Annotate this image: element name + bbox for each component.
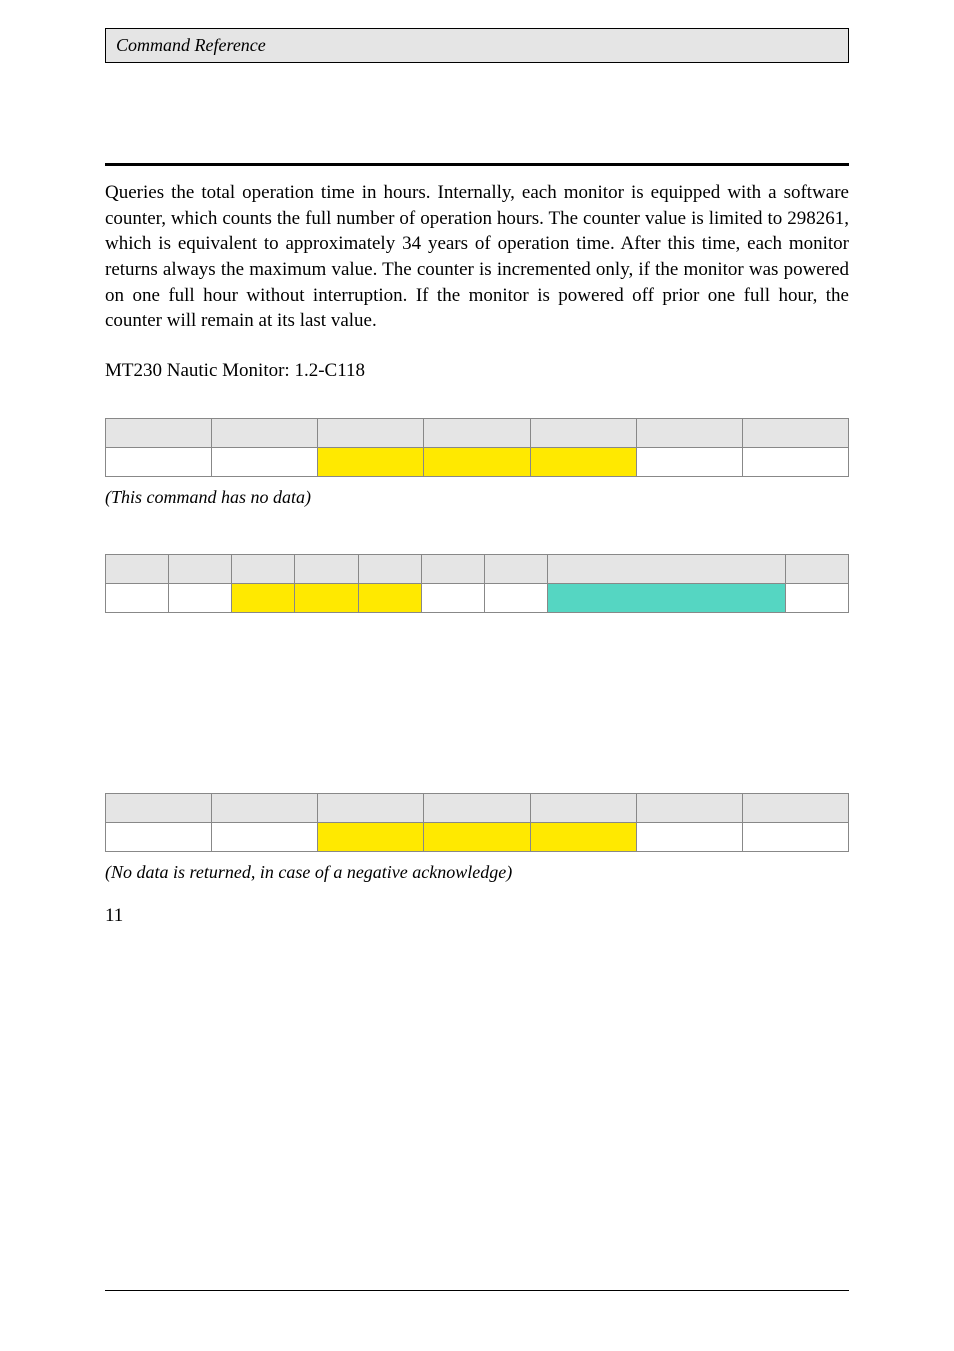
table-cell bbox=[530, 822, 636, 851]
table-header-cell bbox=[530, 418, 636, 447]
section-rule bbox=[105, 163, 849, 166]
table-cell bbox=[318, 447, 424, 476]
table-header-cell bbox=[212, 418, 318, 447]
table-cell bbox=[424, 447, 530, 476]
table-cell bbox=[106, 822, 212, 851]
table-header-row bbox=[106, 418, 849, 447]
table-header-cell bbox=[421, 554, 484, 583]
table-header-cell bbox=[424, 793, 530, 822]
header-title: Command Reference bbox=[116, 35, 266, 55]
table-cell bbox=[358, 583, 421, 612]
table-cell bbox=[169, 583, 232, 612]
table-cell bbox=[424, 822, 530, 851]
table-data-row bbox=[106, 822, 849, 851]
table-header-cell bbox=[742, 793, 848, 822]
table-cell bbox=[742, 822, 848, 851]
table-header-cell bbox=[106, 418, 212, 447]
table-header-cell bbox=[232, 554, 295, 583]
table-cell bbox=[547, 583, 785, 612]
command-table-1 bbox=[105, 418, 849, 477]
table-header-cell bbox=[484, 554, 547, 583]
command-table-3 bbox=[105, 793, 849, 852]
table-header-cell bbox=[318, 418, 424, 447]
table-header-cell bbox=[106, 554, 169, 583]
table-data-row bbox=[106, 583, 849, 612]
table-header-cell bbox=[530, 793, 636, 822]
spacer bbox=[105, 613, 849, 793]
table-cell bbox=[785, 583, 848, 612]
table-data-row bbox=[106, 447, 849, 476]
table-cell bbox=[421, 583, 484, 612]
table-cell bbox=[295, 583, 358, 612]
table-cell bbox=[636, 447, 742, 476]
table-cell bbox=[742, 447, 848, 476]
table-cell bbox=[318, 822, 424, 851]
footer-rule bbox=[105, 1290, 849, 1291]
command-table-2 bbox=[105, 554, 849, 613]
page-number: 11 bbox=[105, 905, 849, 927]
table-header-cell bbox=[742, 418, 848, 447]
table-header-row bbox=[106, 554, 849, 583]
firmware-line: MT230 Nautic Monitor: 1.2-C118 bbox=[105, 360, 849, 382]
table-header-cell bbox=[318, 793, 424, 822]
table-header-cell bbox=[106, 793, 212, 822]
page: Command Reference Queries the total oper… bbox=[0, 0, 954, 1351]
table-header-cell bbox=[358, 554, 421, 583]
section-description: Queries the total operation time in hour… bbox=[105, 180, 849, 334]
header-box: Command Reference bbox=[105, 28, 849, 63]
table-cell bbox=[484, 583, 547, 612]
table-header-cell bbox=[636, 418, 742, 447]
table-header-row bbox=[106, 793, 849, 822]
table-cell bbox=[530, 447, 636, 476]
table-header-cell bbox=[169, 554, 232, 583]
table-cell bbox=[106, 447, 212, 476]
table-header-cell bbox=[785, 554, 848, 583]
table-cell bbox=[106, 583, 169, 612]
table-header-cell bbox=[295, 554, 358, 583]
table-header-cell bbox=[636, 793, 742, 822]
table-header-cell bbox=[547, 554, 785, 583]
table-cell bbox=[232, 583, 295, 612]
table-header-cell bbox=[212, 793, 318, 822]
table-3-caption: (No data is returned, in case of a negat… bbox=[105, 862, 849, 883]
table-cell bbox=[212, 822, 318, 851]
table-header-cell bbox=[424, 418, 530, 447]
table-cell bbox=[212, 447, 318, 476]
table-cell bbox=[636, 822, 742, 851]
table-1-caption: (This command has no data) bbox=[105, 487, 849, 508]
